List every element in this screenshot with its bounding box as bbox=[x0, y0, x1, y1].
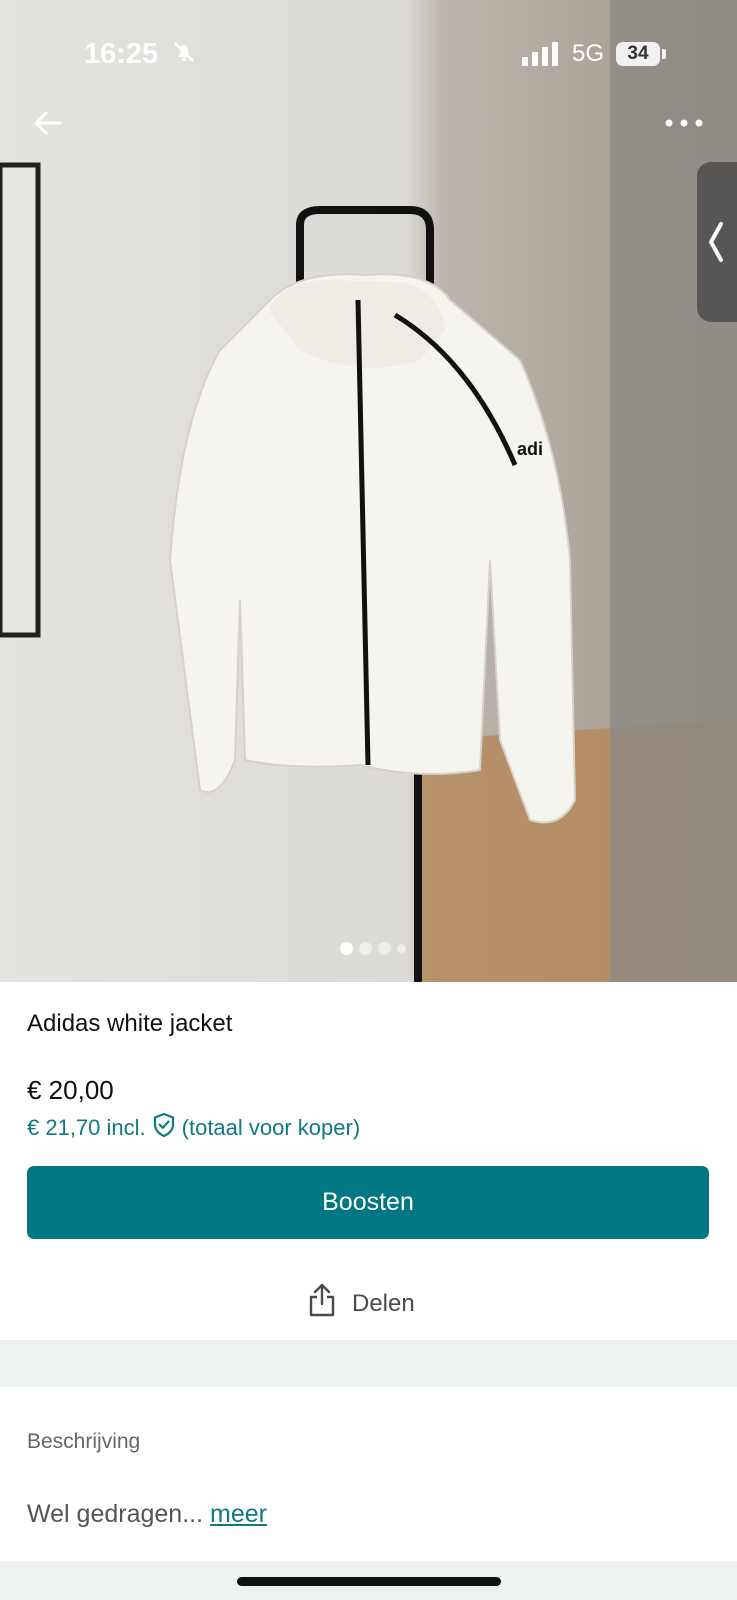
status-bar: 16:25 5G 34 bbox=[0, 0, 737, 100]
gallery-dot bbox=[397, 944, 406, 953]
battery-nub bbox=[662, 49, 666, 59]
price-incl: € 21,70 incl. bbox=[27, 1115, 146, 1140]
gallery-dot bbox=[340, 942, 353, 955]
description-text: Wel gedragen... meer bbox=[27, 1500, 267, 1529]
home-indicator[interactable] bbox=[237, 1577, 501, 1586]
network-type: 5G bbox=[572, 40, 605, 67]
chevron-left-icon bbox=[709, 222, 723, 262]
back-arrow-icon[interactable] bbox=[30, 106, 64, 140]
shield-check-icon bbox=[152, 1112, 176, 1144]
description-body: Wel gedragen... bbox=[27, 1500, 204, 1528]
product-title: Adidas white jacket bbox=[27, 1010, 233, 1037]
buyer-protection-price[interactable]: € 21,70 incl. (totaal voor koper) bbox=[27, 1112, 360, 1144]
read-more-link[interactable]: meer bbox=[210, 1500, 267, 1528]
battery-icon: 34 bbox=[616, 42, 660, 66]
more-dots-icon[interactable] bbox=[664, 112, 710, 136]
status-time: 16:25 bbox=[84, 38, 159, 70]
svg-text:adi: adi bbox=[517, 439, 543, 459]
product-photo[interactable]: adi bbox=[0, 0, 737, 982]
share-label: Delen bbox=[352, 1289, 415, 1317]
price-incl-note: (totaal voor koper) bbox=[181, 1115, 361, 1140]
jacket-illustration: adi bbox=[0, 0, 737, 982]
product-price: € 20,00 bbox=[27, 1075, 114, 1105]
gallery-dot bbox=[359, 942, 372, 955]
side-panel-handle[interactable] bbox=[697, 162, 737, 322]
share-button[interactable]: Delen bbox=[308, 1282, 415, 1325]
boost-button[interactable]: Boosten bbox=[27, 1166, 709, 1239]
gallery-pagination bbox=[340, 942, 406, 955]
share-icon bbox=[308, 1282, 336, 1325]
description-label: Beschrijving bbox=[27, 1430, 141, 1453]
gallery-dot bbox=[378, 942, 391, 955]
signal-icon bbox=[522, 42, 562, 71]
section-divider bbox=[0, 1340, 737, 1387]
bell-slash-icon bbox=[172, 40, 196, 69]
